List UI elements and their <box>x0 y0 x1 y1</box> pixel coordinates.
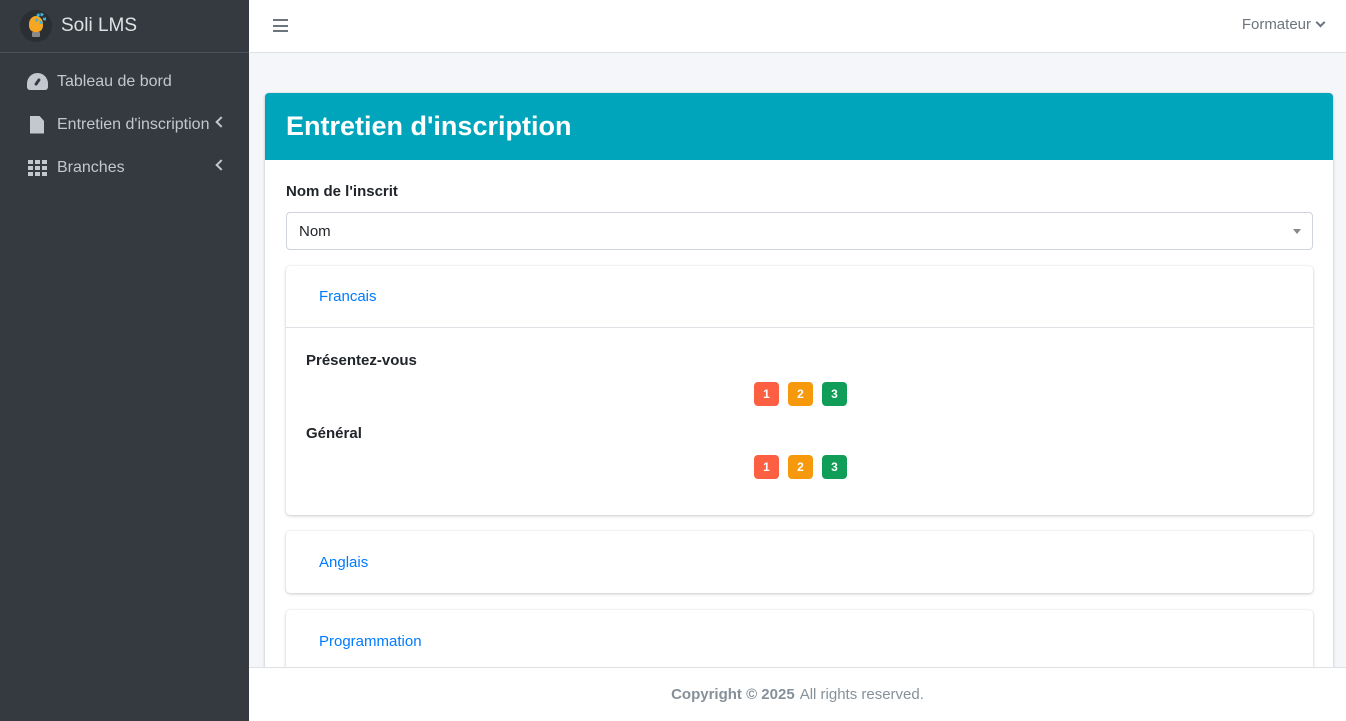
sidebar-item-label: Entretien d'inscription <box>57 115 210 133</box>
rating-button-2[interactable]: 2 <box>788 382 813 406</box>
enrollee-select-value: Nom <box>299 222 331 240</box>
rating-button-1[interactable]: 1 <box>754 382 779 406</box>
th-grid-icon <box>26 158 48 178</box>
section-title: Programmation <box>319 632 422 650</box>
sidebar-item-label: Branches <box>57 158 125 176</box>
chevron-left-icon <box>215 159 227 171</box>
brand-link[interactable]: Soli LMS <box>0 0 249 53</box>
question-label: Présentez-vous <box>306 352 417 369</box>
brand-text: Soli LMS <box>61 15 138 36</box>
file-icon <box>26 115 48 135</box>
user-dropdown[interactable]: Formateur <box>1241 16 1326 33</box>
main-footer: Copyright © 2025 All rights reserved. <box>249 667 1346 721</box>
chevron-left-icon <box>215 116 227 128</box>
section-link-programmation[interactable]: Programmation <box>286 610 1313 667</box>
user-role: Formateur <box>1241 16 1311 33</box>
section-link-francais[interactable]: Francais <box>286 266 1313 328</box>
section-panel-programmation: Programmation <box>286 610 1313 667</box>
card-header: Entretien d'inscription <box>265 93 1333 160</box>
content-wrapper: Entretien d'inscription Nom de l'inscrit… <box>249 54 1346 667</box>
copyright-text: Copyright © 2025 <box>671 686 795 703</box>
section-title: Francais <box>319 288 377 305</box>
enrollee-select[interactable]: Nom <box>286 212 1313 250</box>
rights-text: All rights reserved. <box>799 686 924 703</box>
sidebar-item-entretien[interactable]: Entretien d'inscription <box>0 103 249 146</box>
rating-group: 1 2 3 <box>754 382 847 406</box>
chevron-down-icon <box>1315 17 1326 28</box>
question-label: Général <box>306 425 362 442</box>
top-navbar: Formateur <box>249 0 1346 53</box>
interview-card: Entretien d'inscription Nom de l'inscrit… <box>265 93 1333 667</box>
rating-button-3[interactable]: 3 <box>822 455 847 479</box>
enrollee-name-label: Nom de l'inscrit <box>286 183 398 200</box>
rating-group: 1 2 3 <box>754 455 847 479</box>
tachometer-icon <box>26 72 48 92</box>
section-panel-anglais: Anglais <box>286 531 1313 593</box>
dropdown-arrow-icon <box>1293 229 1301 234</box>
rating-button-2[interactable]: 2 <box>788 455 813 479</box>
sidebar-nav: Tableau de bord Entretien d'inscription … <box>0 53 249 189</box>
section-title: Anglais <box>319 553 369 571</box>
main-sidebar: Soli LMS Tableau de bord Entretien d'ins… <box>0 0 249 721</box>
brand-logo <box>20 10 52 42</box>
section-link-anglais[interactable]: Anglais <box>286 531 1313 593</box>
rating-button-3[interactable]: 3 <box>822 382 847 406</box>
section-panel-francais: Francais Présentez-vous 1 2 3 Général 1 … <box>286 266 1313 515</box>
rating-button-1[interactable]: 1 <box>754 455 779 479</box>
sidebar-item-branches[interactable]: Branches <box>0 146 249 189</box>
menu-toggle-icon[interactable] <box>273 19 288 32</box>
sidebar-item-label: Tableau de bord <box>57 72 172 90</box>
sidebar-item-tableau-de-bord[interactable]: Tableau de bord <box>0 60 249 103</box>
page-title: Entretien d'inscription <box>286 111 572 141</box>
